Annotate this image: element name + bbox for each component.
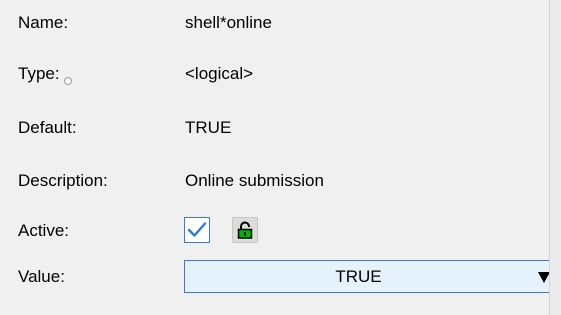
type-label-group: Type:	[18, 59, 72, 89]
active-checkbox[interactable]	[184, 217, 210, 243]
default-row: Default: TRUE	[0, 113, 549, 143]
properties-panel: Name: shell*online Type: <logical> Defau…	[0, 0, 557, 315]
name-label: Name:	[18, 13, 69, 32]
type-value: <logical>	[185, 64, 254, 83]
value-label: Value:	[18, 267, 65, 286]
description-value: Online submission	[185, 171, 324, 190]
type-label: Type:	[18, 64, 60, 83]
description-label: Description:	[18, 171, 108, 190]
value-select[interactable]: TRUE	[184, 260, 557, 293]
default-label: Default:	[18, 118, 77, 137]
panel-right-edge	[549, 0, 561, 315]
unlocked-padlock-icon	[237, 221, 253, 239]
default-value: TRUE	[185, 118, 232, 137]
value-row: Value: TRUE	[0, 260, 557, 293]
description-row: Description: Online submission	[0, 166, 549, 196]
type-row: Type: <logical>	[0, 59, 549, 89]
active-row: Active:	[0, 216, 549, 246]
lock-button[interactable]	[232, 217, 258, 243]
name-value: shell*online	[185, 13, 272, 32]
checkmark-icon	[187, 222, 207, 237]
value-select-text: TRUE	[335, 267, 382, 286]
name-row: Name: shell*online	[0, 8, 549, 38]
active-label: Active:	[18, 221, 70, 240]
radio-circle-icon	[63, 77, 72, 85]
